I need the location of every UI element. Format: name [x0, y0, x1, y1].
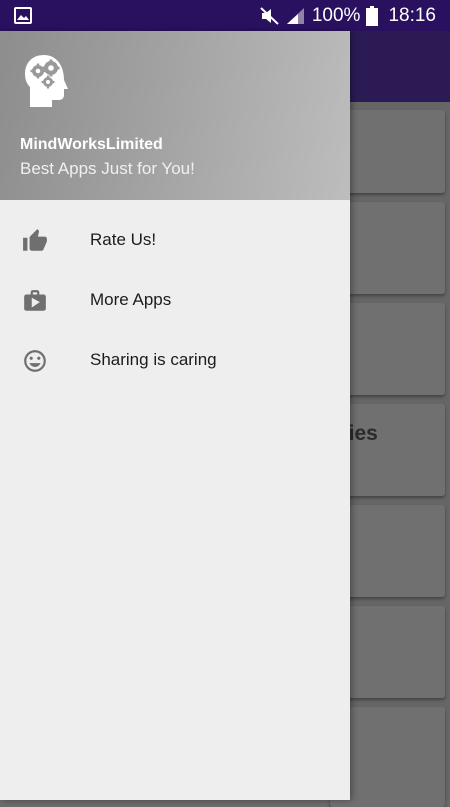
thumbs-up-icon — [22, 228, 48, 254]
navigation-drawer: MindWorksLimited Best Apps Just for You!… — [0, 31, 350, 800]
menu-item-label: Sharing is caring — [90, 350, 217, 369]
menu-item-sharing[interactable]: Sharing is caring — [0, 330, 350, 390]
menu-item-label: Rate Us! — [90, 230, 157, 249]
menu-item-label: More Apps — [90, 290, 172, 309]
drawer-header: MindWorksLimited Best Apps Just for You! — [0, 31, 350, 200]
drawer-subtitle: Best Apps Just for You! — [20, 159, 195, 178]
signal-icon — [286, 7, 306, 25]
battery-text: 100% — [311, 4, 361, 26]
menu-item-more-apps[interactable]: More Apps — [0, 270, 350, 330]
smiley-icon — [22, 348, 48, 374]
status-right: 100% 18:16 — [260, 0, 436, 31]
mute-icon — [260, 6, 280, 25]
drawer-menu: Rate Us! More Apps Sharing is caring — [0, 210, 350, 390]
status-bar: 100% 18:16 — [0, 0, 450, 31]
drawer-title: MindWorksLimited — [20, 136, 163, 153]
head-gears-icon — [22, 53, 74, 114]
play-store-bag-icon — [22, 288, 48, 314]
clock-text: 18:16 — [388, 4, 436, 26]
gallery-notification-icon — [14, 7, 32, 29]
battery-icon — [366, 5, 379, 26]
menu-item-rate-us[interactable]: Rate Us! — [0, 210, 350, 270]
